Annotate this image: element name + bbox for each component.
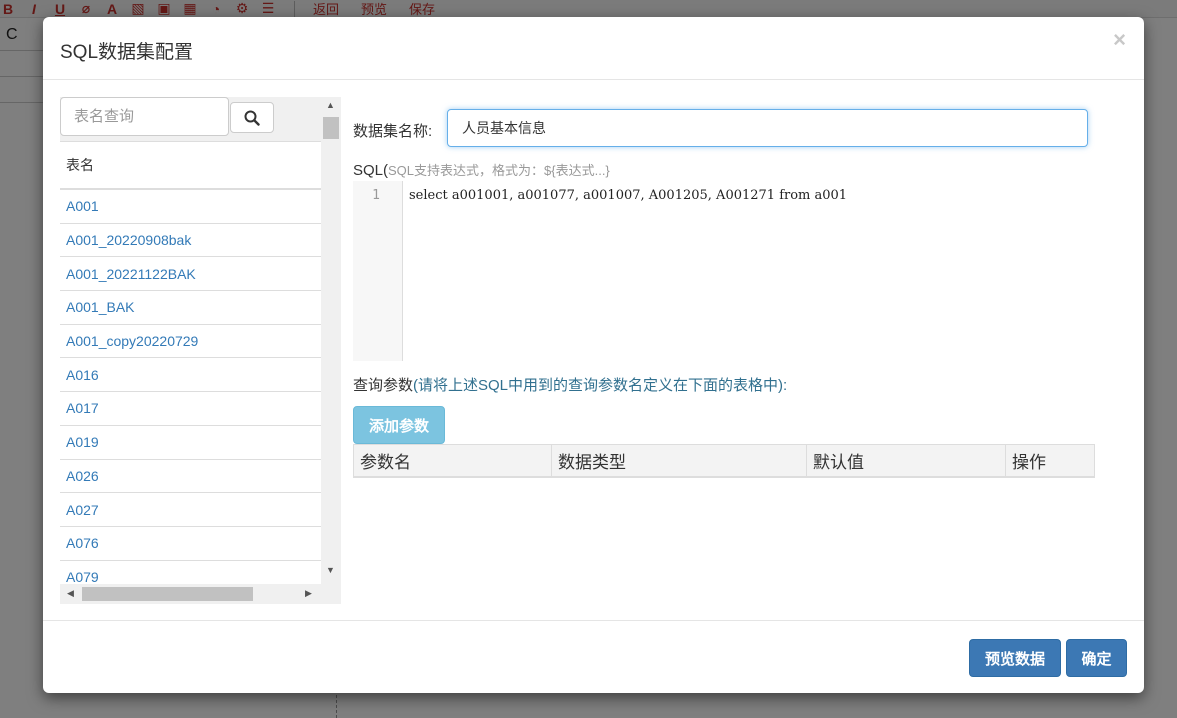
dialog-header: SQL数据集配置 × bbox=[43, 17, 1144, 80]
vertical-scrollbar[interactable]: ▲ ▼ bbox=[321, 97, 341, 584]
default-value-column: 默认值 bbox=[807, 445, 1006, 476]
table-name-header: 表名 bbox=[60, 141, 321, 190]
table-row[interactable]: A079 bbox=[60, 561, 321, 584]
table-row[interactable]: A001_20221122BAK bbox=[60, 257, 321, 292]
horizontal-scrollbar[interactable]: ◀ ▶ bbox=[60, 584, 321, 604]
table-row[interactable]: A001 bbox=[60, 190, 321, 224]
preview-data-button[interactable]: 预览数据 bbox=[969, 639, 1061, 677]
search-icon bbox=[244, 110, 260, 126]
param-name-column: 参数名 bbox=[354, 445, 552, 476]
sql-label-text: SQL( bbox=[353, 162, 389, 179]
data-type-column: 数据类型 bbox=[552, 445, 807, 476]
action-column: 操作 bbox=[1012, 453, 1046, 472]
table-name-list: 表名 A001 A001_20220908bak A001_20221122BAK A… bbox=[60, 141, 321, 584]
table-row[interactable]: A027 bbox=[60, 493, 321, 527]
table-row[interactable]: A076 bbox=[60, 527, 321, 561]
table-row[interactable]: A001_copy20220729 bbox=[60, 325, 321, 359]
table-row[interactable]: A017 bbox=[60, 392, 321, 426]
scroll-right-icon[interactable]: ▶ bbox=[305, 588, 312, 599]
sql-code-editor[interactable]: 1 select a001001, a001077, a001007, A001… bbox=[353, 181, 1095, 361]
query-params-title: 查询参数 bbox=[353, 377, 414, 394]
table-rows: A001 A001_20220908bak A001_20221122BAK A001… bbox=[60, 190, 321, 584]
scroll-left-icon[interactable]: ◀ bbox=[67, 588, 74, 599]
dialog-title: SQL数据集配置 bbox=[60, 42, 194, 63]
add-param-button[interactable]: 添加参数 bbox=[353, 406, 445, 444]
confirm-button[interactable]: 确定 bbox=[1066, 639, 1127, 677]
table-row[interactable]: A016 bbox=[60, 358, 321, 393]
horizontal-scroll-thumb[interactable] bbox=[82, 587, 253, 601]
query-params-hint: (请将上述SQL中用到的查询参数名定义在下面的表格中): bbox=[413, 377, 788, 394]
vertical-scroll-thumb[interactable] bbox=[323, 117, 339, 139]
scroll-up-icon[interactable]: ▲ bbox=[326, 100, 335, 110]
scroll-down-icon[interactable]: ▼ bbox=[326, 565, 335, 575]
search-button[interactable] bbox=[230, 102, 274, 133]
line-number-gutter: 1 bbox=[353, 181, 403, 361]
table-row[interactable]: A019 bbox=[60, 426, 321, 460]
table-row[interactable]: A026 bbox=[60, 460, 321, 494]
dataset-name-input[interactable] bbox=[447, 109, 1088, 147]
sql-dataset-dialog: SQL数据集配置 × 表名 A001A001_20220908bakA001_2… bbox=[43, 17, 1144, 693]
dialog-footer: 预览数据 确定 bbox=[43, 620, 1144, 693]
sql-hint: SQL支持表达式，格式为：${表达式...} bbox=[388, 163, 610, 178]
query-params-label: 查询参数(请将上述SQL中用到的查询参数名定义在下面的表格中): bbox=[353, 374, 787, 395]
sql-label: SQL(SQL支持表达式，格式为：${表达式...} bbox=[353, 160, 610, 179]
params-table-header: 参数名 数据类型 默认值 操作 bbox=[353, 444, 1095, 478]
table-search-input[interactable] bbox=[60, 97, 229, 136]
line-number: 1 bbox=[372, 188, 380, 203]
table-list-panel: 表名 A001A001_20220908bakA001_20221122BAKA… bbox=[60, 97, 341, 604]
table-row[interactable]: A001_BAK bbox=[60, 291, 321, 325]
dataset-name-label: 数据集名称: bbox=[353, 123, 433, 140]
close-button[interactable]: × bbox=[1113, 29, 1126, 51]
sql-code-line[interactable]: select a001001, a001077, a001007, A00120… bbox=[409, 188, 847, 203]
table-row[interactable]: A001_20220908bak bbox=[60, 224, 321, 258]
